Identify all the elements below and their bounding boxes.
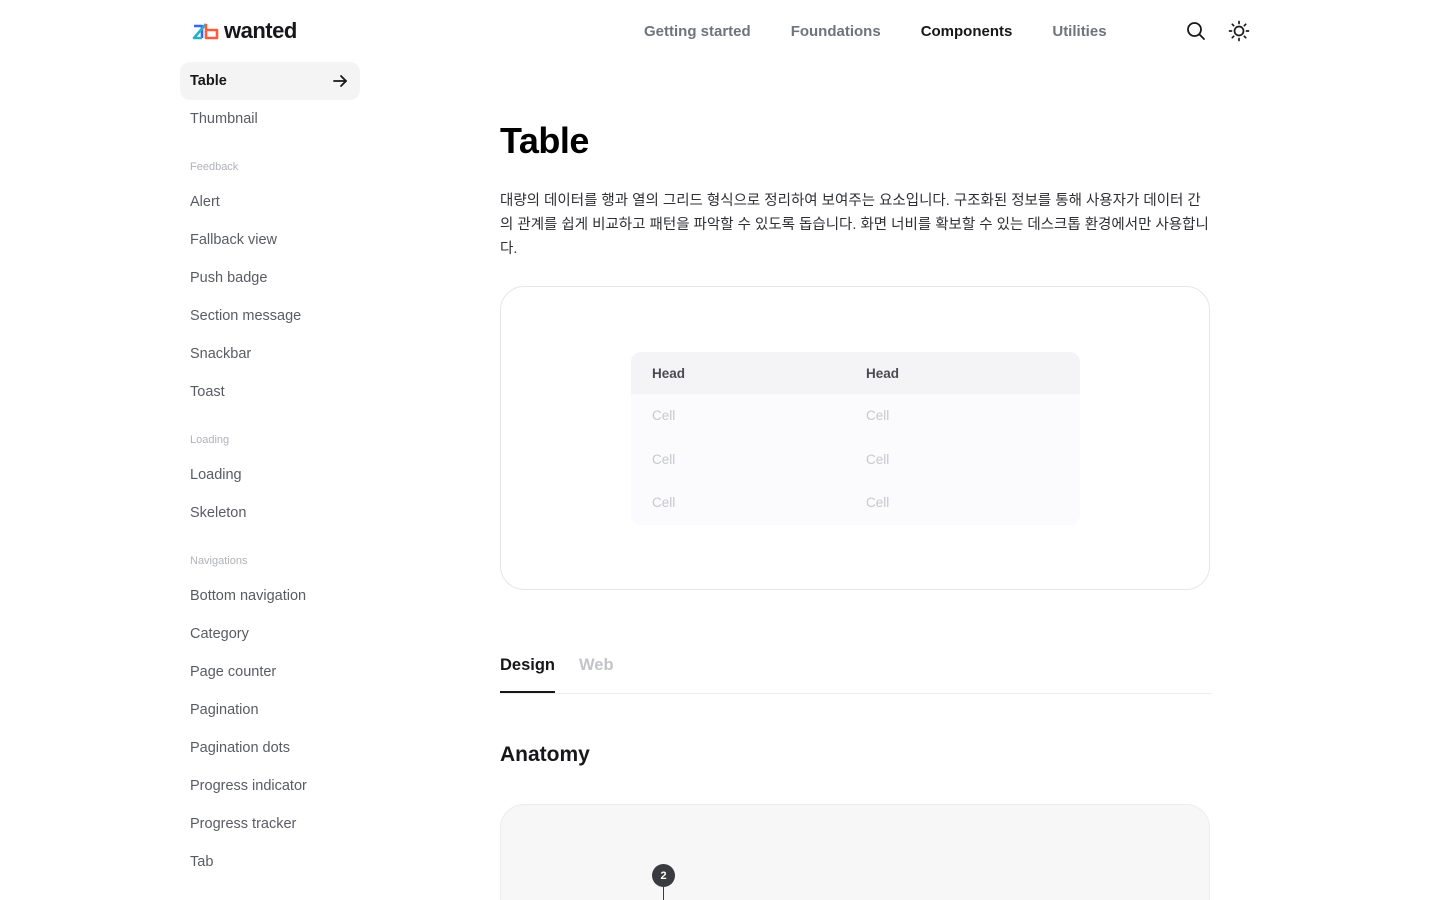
sidebar-item-label: Table <box>190 73 227 89</box>
table-cell: Cell <box>866 451 890 467</box>
brand-name: wanted <box>224 18 297 43</box>
doc-tabs: Design Web <box>500 644 1212 694</box>
sidebar-item-fallback-view[interactable]: Fallback view <box>180 221 360 259</box>
sidebar-item-toast[interactable]: Toast <box>180 373 360 411</box>
page-title: Table <box>500 120 589 161</box>
arrow-right-icon <box>333 75 347 87</box>
sidebar-item-snackbar[interactable]: Snackbar <box>180 335 360 373</box>
sidebar-item-category[interactable]: Category <box>180 615 360 653</box>
sidebar-item-pagination-dots[interactable]: Pagination dots <box>180 729 360 767</box>
sidebar-item-loading[interactable]: Loading <box>180 456 360 494</box>
table-cell: Cell <box>866 408 890 424</box>
sidebar-item-table[interactable]: Table <box>180 62 360 100</box>
table-row: Cell Cell <box>631 438 1080 482</box>
sidebar-group-navigations: Navigations <box>190 555 248 567</box>
sidebar-item-alert[interactable]: Alert <box>180 183 360 221</box>
sidebar-item-skeleton[interactable]: Skeleton <box>180 494 360 532</box>
sidebar-item-progress-indicator[interactable]: Progress indicator <box>180 767 360 805</box>
tab-web[interactable]: Web <box>579 656 614 675</box>
sidebar-item-pagination[interactable]: Pagination <box>180 691 360 729</box>
component-preview: Head Head Cell Cell Cell Cell Cell Cell <box>500 286 1210 590</box>
anatomy-figure: 2 <box>500 804 1210 900</box>
table-row: Cell Cell <box>631 394 1080 438</box>
table-row: Cell Cell <box>631 481 1080 525</box>
brand-logo[interactable]: wanted <box>190 17 297 45</box>
sidebar-item-bottom-navigation[interactable]: Bottom navigation <box>180 577 360 615</box>
table-cell: Cell <box>652 408 676 424</box>
table-cell: Cell <box>652 451 676 467</box>
table-header-row: Head Head <box>631 352 1080 394</box>
sidebar-item-progress-tracker[interactable]: Progress tracker <box>180 805 360 843</box>
nav-components[interactable]: Components <box>921 23 1013 40</box>
sidebar-item-push-badge[interactable]: Push badge <box>180 259 360 297</box>
anatomy-marker: 2 <box>652 864 675 887</box>
table-header-cell: Head <box>866 365 900 381</box>
anatomy-marker-line <box>663 887 664 900</box>
top-nav: Getting started Foundations Components U… <box>644 0 1147 62</box>
table-cell: Cell <box>652 495 676 511</box>
sidebar: Table Thumbnail Feedback Alert Fallback … <box>180 62 360 881</box>
wanted-logo-icon <box>192 23 219 40</box>
sidebar-group-feedback: Feedback <box>190 161 239 173</box>
preview-table: Head Head Cell Cell Cell Cell Cell Cell <box>631 352 1080 525</box>
sidebar-item-section-message[interactable]: Section message <box>180 297 360 335</box>
sidebar-item-tab[interactable]: Tab <box>180 843 360 881</box>
nav-foundations[interactable]: Foundations <box>791 23 881 40</box>
theme-toggle-button[interactable] <box>1227 19 1251 43</box>
active-tab-indicator <box>500 691 555 693</box>
sidebar-group-loading: Loading <box>190 434 230 446</box>
top-header: wanted Getting started Foundations Compo… <box>0 0 1440 62</box>
table-cell: Cell <box>866 495 890 511</box>
nav-getting-started[interactable]: Getting started <box>644 23 751 40</box>
nav-utilities[interactable]: Utilities <box>1052 23 1106 40</box>
section-title-anatomy: Anatomy <box>500 743 590 766</box>
sidebar-item-thumbnail[interactable]: Thumbnail <box>180 100 360 138</box>
sun-icon <box>1228 20 1250 42</box>
search-button[interactable] <box>1184 19 1208 43</box>
tab-design[interactable]: Design <box>500 656 555 675</box>
sidebar-item-page-counter[interactable]: Page counter <box>180 653 360 691</box>
search-icon <box>1187 22 1205 40</box>
table-header-cell: Head <box>652 365 686 381</box>
page-description: 대량의 데이터를 행과 열의 그리드 형식으로 정리하여 보여주는 요소입니다.… <box>500 193 1209 257</box>
